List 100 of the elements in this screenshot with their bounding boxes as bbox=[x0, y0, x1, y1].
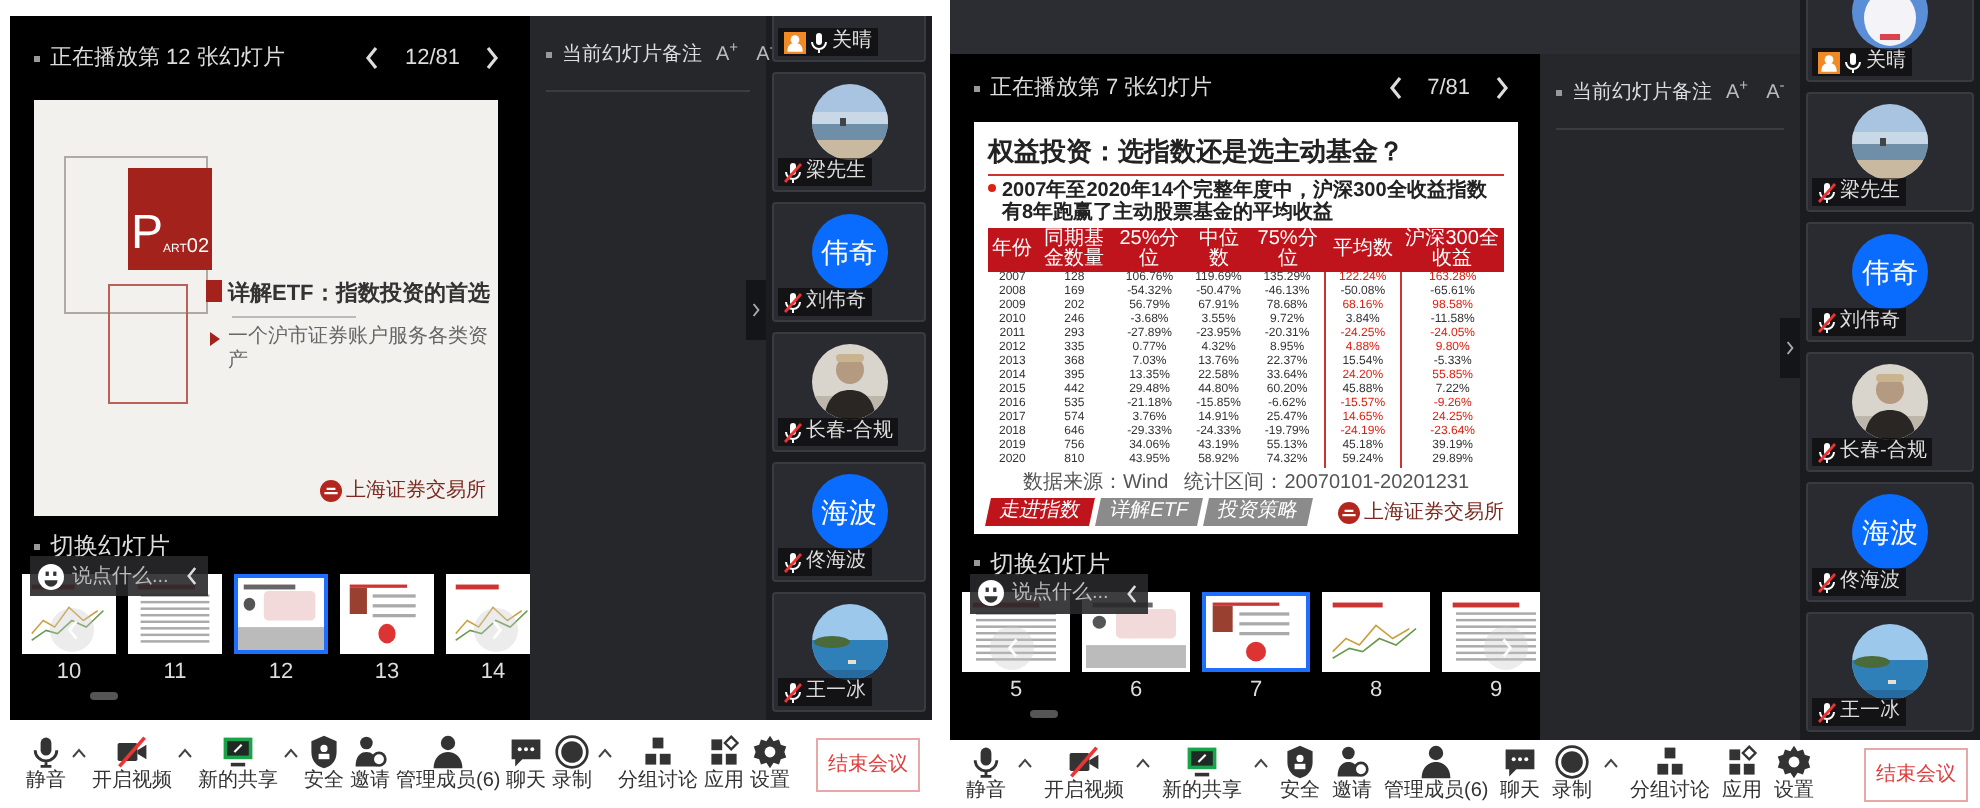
participant-name: 关晴 bbox=[832, 30, 872, 54]
font-size-button[interactable]: A$^{+}$ bbox=[1722, 78, 1753, 108]
chevron-right-icon[interactable] bbox=[1492, 74, 1512, 102]
toolbar-button[interactable]: 录制 bbox=[1552, 744, 1593, 804]
participant-name: 刘伟奇 bbox=[1840, 310, 1900, 334]
bullet-icon bbox=[546, 52, 552, 58]
record-icon bbox=[554, 734, 591, 770]
caret-icon[interactable] bbox=[178, 747, 192, 757]
toolbar-button[interactable]: 管理成员(6) bbox=[396, 734, 501, 794]
smiley-icon[interactable] bbox=[978, 580, 1004, 606]
caret-icon[interactable] bbox=[1136, 757, 1150, 767]
slide-status: 正在播放第 12 张幻灯片 bbox=[50, 43, 285, 74]
camera-off-icon bbox=[114, 734, 150, 770]
slide-number: 6 bbox=[1129, 677, 1143, 703]
bullet-icon bbox=[34, 543, 40, 549]
slide-number: 9 bbox=[1489, 677, 1503, 703]
toolbar-button[interactable]: 开启视频 bbox=[1044, 744, 1124, 804]
toolbar-button[interactable]: 安全 bbox=[1280, 744, 1320, 804]
avatar: 伟奇 bbox=[1852, 234, 1928, 310]
toolbar-button[interactable]: 应用 bbox=[704, 734, 745, 794]
mic-icon bbox=[968, 744, 1004, 780]
caret-icon[interactable] bbox=[284, 747, 298, 757]
participant-name: 梁先生 bbox=[806, 160, 866, 184]
column-header: 年份 bbox=[988, 227, 1037, 271]
source-note: 统计区间：20070101-20201231 bbox=[1184, 471, 1470, 493]
slide-thumbnail[interactable] bbox=[1322, 591, 1430, 671]
chevron-left-icon[interactable] bbox=[1385, 74, 1406, 102]
camera-off-icon bbox=[1066, 744, 1102, 780]
chat-input[interactable]: 说点什么... bbox=[1012, 578, 1116, 608]
collapse-handle[interactable] bbox=[746, 280, 766, 340]
bullet-icon bbox=[34, 55, 40, 61]
font-size-button[interactable]: A$^{+}$ bbox=[712, 40, 743, 70]
toolbar-button[interactable]: 聊天 bbox=[1500, 744, 1541, 804]
toolbar-button[interactable]: 聊天 bbox=[506, 734, 547, 794]
caret-icon[interactable] bbox=[1018, 757, 1032, 767]
toolbar-button[interactable]: 新的共享 bbox=[198, 734, 278, 794]
toolbar-button[interactable]: 安全 bbox=[304, 734, 344, 794]
logo-text: 上海证券交易所 bbox=[1364, 499, 1504, 527]
end-meeting-button[interactable]: 结束会议 bbox=[1864, 747, 1968, 801]
toolbar-button[interactable]: 邀请 bbox=[350, 734, 390, 794]
font-size-button[interactable]: A$^{-}$ bbox=[1762, 78, 1789, 108]
participant-name: 刘伟奇 bbox=[806, 290, 866, 314]
participant-name: 梁先生 bbox=[1840, 180, 1900, 204]
toolbar-button[interactable]: 静音 bbox=[26, 734, 66, 794]
chevron-right-icon[interactable] bbox=[750, 300, 762, 320]
chevron-right-icon[interactable] bbox=[482, 44, 502, 72]
toolbar-button[interactable]: 录制 bbox=[552, 734, 593, 794]
chat-input[interactable]: 说点什么... bbox=[72, 561, 176, 591]
slide-subtitle: 一个沪市证券账户服务各类资产 bbox=[228, 326, 490, 372]
record-icon bbox=[1554, 744, 1591, 780]
slide-number: 7 bbox=[1249, 677, 1263, 703]
chevron-right-icon[interactable] bbox=[1784, 338, 1796, 358]
toolbar-button[interactable]: 应用 bbox=[1722, 744, 1763, 804]
participant-name: 王一冰 bbox=[806, 680, 866, 704]
column-header: 沪深300全收益 bbox=[1400, 227, 1504, 271]
slide-thumbnail[interactable] bbox=[234, 574, 328, 654]
caret-icon[interactable] bbox=[598, 747, 613, 757]
slide-thumbnail[interactable] bbox=[1202, 591, 1310, 671]
participant-name: 关晴 bbox=[1866, 50, 1906, 74]
person-icon bbox=[430, 734, 467, 770]
avatar: 伟奇 bbox=[811, 214, 887, 290]
participant-name: 长春-合规 bbox=[806, 420, 893, 444]
slide-number: 11 bbox=[163, 660, 187, 686]
chevron-left-icon[interactable] bbox=[184, 564, 200, 588]
chat-field[interactable]: 说点什么... bbox=[970, 573, 1148, 613]
toolbar-button[interactable]: 静音 bbox=[966, 744, 1006, 804]
toolbar-button[interactable]: 设置 bbox=[1774, 744, 1815, 804]
shield-icon bbox=[306, 734, 342, 770]
chevron-left-icon[interactable] bbox=[1124, 581, 1140, 605]
caret-icon[interactable] bbox=[72, 747, 86, 757]
blocks-icon bbox=[1652, 744, 1689, 780]
person-icon bbox=[1418, 744, 1455, 780]
scroll-thumb[interactable] bbox=[1030, 709, 1058, 717]
participant-name: 佟海波 bbox=[806, 550, 866, 574]
chevron-left-icon[interactable] bbox=[362, 44, 383, 72]
bullet-icon bbox=[1556, 90, 1562, 96]
column-header: 75%分位 bbox=[1250, 227, 1326, 271]
end-meeting-button[interactable]: 结束会议 bbox=[816, 737, 920, 791]
column-header: 同期基金数量 bbox=[1036, 227, 1112, 271]
chat-field[interactable]: 说点什么... bbox=[30, 556, 208, 596]
toolbar-button[interactable]: 开启视频 bbox=[92, 734, 172, 794]
toolbar-button[interactable]: 分组讨论 bbox=[618, 734, 699, 794]
column-header: 25%分位 bbox=[1111, 227, 1188, 271]
participant-name: 王一冰 bbox=[1840, 700, 1900, 724]
title-marker bbox=[206, 280, 222, 302]
smiley-icon[interactable] bbox=[38, 563, 64, 589]
caret-icon[interactable] bbox=[1254, 757, 1268, 767]
caret-icon[interactable] bbox=[1604, 757, 1619, 767]
toolbar-button[interactable]: 邀请 bbox=[1332, 744, 1372, 804]
slide-thumbnail[interactable] bbox=[340, 574, 434, 654]
slide-title: 详解ETF：指数投资的首选 bbox=[228, 279, 490, 310]
toolbar-button[interactable]: 新的共享 bbox=[1162, 744, 1242, 804]
scroll-thumb[interactable] bbox=[90, 692, 118, 700]
toolbar-button[interactable]: 分组讨论 bbox=[1630, 744, 1711, 804]
slide-number: 5 bbox=[1009, 677, 1023, 703]
toolbar-button[interactable]: 设置 bbox=[750, 734, 791, 794]
person-plus-icon bbox=[352, 734, 388, 770]
collapse-handle[interactable] bbox=[1780, 318, 1800, 378]
page-counter: 12/81 bbox=[404, 43, 460, 74]
toolbar-button[interactable]: 管理成员(6) bbox=[1384, 744, 1489, 804]
